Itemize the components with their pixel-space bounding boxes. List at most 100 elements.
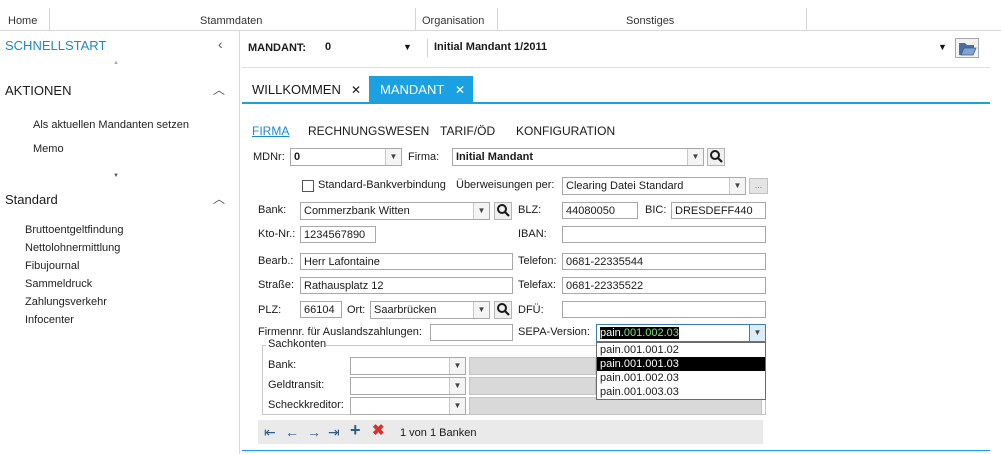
top-menu-bar: Home Stammdaten Organisation Sonstiges: [0, 0, 1001, 31]
iban-field[interactable]: [562, 226, 766, 243]
open-folder-button[interactable]: [955, 38, 979, 58]
first-record-icon[interactable]: ⇤: [264, 424, 276, 440]
tab-mandant-label: MANDANT: [380, 82, 445, 97]
add-record-icon[interactable]: +: [350, 421, 361, 439]
sepa-option[interactable]: pain.001.002.03: [597, 371, 765, 385]
scroll-up-icon[interactable]: ▲: [113, 60, 119, 66]
tab-willkommen[interactable]: WILLKOMMEN ✕: [244, 76, 370, 102]
next-record-icon[interactable]: →: [307, 424, 321, 440]
subtab-tarif-oed[interactable]: TARIF/ÖD: [440, 124, 495, 138]
sepa-value-rest: 001.002.03: [623, 327, 679, 339]
standard-bank-checkbox[interactable]: [302, 180, 314, 192]
bank-label: Bank:: [258, 204, 287, 216]
chevron-down-icon: ▼: [729, 178, 745, 194]
bank-search-button[interactable]: [494, 202, 512, 220]
chevron-down-icon: ▼: [449, 398, 465, 414]
close-icon[interactable]: ✕: [351, 83, 361, 97]
bank-select[interactable]: Commerzbank Witten ▼: [300, 202, 490, 220]
chevron-down-icon: ▼: [449, 358, 465, 374]
mandant-name-value: Initial Mandant 1/2011: [434, 41, 548, 53]
mandant-number-select[interactable]: 0 ▼: [325, 39, 415, 57]
item-sammeldruck[interactable]: Sammeldruck: [25, 278, 92, 290]
ort-search-button[interactable]: [494, 301, 512, 319]
mandant-name-select[interactable]: Initial Mandant 1/2011 ▼: [427, 39, 951, 57]
last-record-icon[interactable]: ⇥: [328, 424, 340, 440]
mdnr-select[interactable]: 0 ▼: [290, 148, 402, 166]
sachkonto-bank-select[interactable]: ▼: [350, 357, 466, 375]
item-bruttoentgeltfindung[interactable]: Bruttoentgeltfindung: [25, 224, 123, 236]
telefax-field[interactable]: 0681-22335522: [562, 277, 766, 294]
item-infocenter[interactable]: Infocenter: [25, 314, 74, 326]
bic-label: BIC:: [645, 204, 667, 216]
menu-separator: [49, 8, 50, 30]
ueberweisung-select[interactable]: Clearing Datei Standard ▼: [562, 177, 746, 195]
subtab-rechnungswesen[interactable]: RECHNUNGSWESEN: [308, 124, 429, 138]
plz-field[interactable]: 66104: [300, 301, 342, 318]
sepa-select[interactable]: pain.001.002.03 ▼: [596, 324, 766, 342]
aktionen-heading: AKTIONEN: [5, 83, 72, 98]
schnellstart-heading[interactable]: SCHNELLSTART: [5, 38, 106, 53]
toolbar-divider: [242, 67, 990, 68]
close-icon[interactable]: ✕: [455, 83, 465, 97]
telefon-field[interactable]: 0681-22335544: [562, 253, 766, 270]
tab-willkommen-label: WILLKOMMEN: [252, 82, 341, 97]
menu-separator: [806, 8, 807, 30]
geldtransit-label: Geldtransit:: [268, 379, 325, 391]
folder-open-icon: [959, 43, 977, 56]
item-fibujournal[interactable]: Fibujournal: [25, 260, 79, 272]
strasse-field[interactable]: Rathausplatz 12: [300, 277, 513, 294]
bic-field[interactable]: DRESDEFF440: [671, 202, 766, 219]
subtab-konfiguration[interactable]: KONFIGURATION: [516, 124, 615, 138]
standard-heading: Standard: [5, 192, 58, 207]
sepa-option[interactable]: pain.001.003.03: [597, 385, 765, 399]
firmennr-label: Firmennr. für Auslandszahlungen:: [258, 326, 422, 338]
menu-sonstiges[interactable]: Sonstiges: [626, 15, 674, 27]
scroll-down-icon[interactable]: ▼: [113, 173, 119, 179]
record-counter: 1 von 1 Banken: [400, 427, 477, 439]
mandant-label: MANDANT:: [248, 42, 307, 54]
firma-search-button[interactable]: [707, 148, 725, 166]
chevron-up-icon[interactable]: ︿: [213, 81, 225, 98]
blz-field[interactable]: 44080050: [562, 202, 638, 219]
iban-label: IBAN:: [518, 228, 547, 240]
action-set-current-mandant[interactable]: Als aktuellen Mandanten setzen: [33, 119, 189, 131]
bottom-divider: [242, 450, 990, 451]
chevron-down-icon: ▼: [473, 302, 489, 318]
action-memo[interactable]: Memo: [33, 143, 64, 155]
firmennr-field[interactable]: [430, 324, 513, 341]
more-button[interactable]: ...: [749, 178, 768, 194]
dfue-field[interactable]: [562, 301, 766, 318]
menu-stammdaten[interactable]: Stammdaten: [200, 15, 262, 27]
strasse-label: Straße:: [258, 279, 295, 291]
ort-select[interactable]: Saarbrücken ▼: [370, 301, 490, 319]
chevron-down-icon: ▼: [385, 149, 401, 165]
mdnr-label: MDNr:: [253, 151, 285, 163]
menu-home[interactable]: Home: [8, 15, 37, 27]
blz-label: BLZ:: [518, 204, 542, 216]
delete-record-icon[interactable]: ✖: [372, 423, 385, 439]
geldtransit-name: [469, 377, 596, 395]
scheckkreditor-select[interactable]: ▼: [350, 397, 466, 415]
subtab-firma[interactable]: FIRMA: [252, 124, 289, 138]
group-border: [262, 345, 266, 346]
chevron-up-icon[interactable]: ︿: [213, 190, 225, 207]
mdnr-value: 0: [294, 151, 301, 163]
tab-mandant[interactable]: MANDANT ✕: [369, 76, 473, 102]
sepa-option-highlighted[interactable]: pain.001.001.03: [597, 357, 765, 371]
mandant-number-value: 0: [325, 41, 332, 53]
telefon-label: Telefon:: [518, 255, 557, 267]
firma-select[interactable]: Initial Mandant ▼: [452, 148, 704, 166]
ueberweisung-label: Überweisungen per:: [456, 179, 555, 191]
geldtransit-select[interactable]: ▼: [350, 377, 466, 395]
kto-label: Kto-Nr.:: [258, 228, 296, 240]
item-zahlungsverkehr[interactable]: Zahlungsverkehr: [25, 296, 107, 308]
bearb-field[interactable]: Herr Lafontaine: [300, 253, 513, 270]
sepa-option[interactable]: pain.001.001.02: [597, 343, 765, 357]
sachkonto-bank-name: [469, 357, 596, 375]
kto-field[interactable]: 1234567890: [300, 226, 376, 243]
sepa-options-list: pain.001.001.02 pain.001.001.03 pain.001…: [596, 342, 766, 400]
menu-organisation[interactable]: Organisation: [422, 15, 484, 27]
collapse-left-icon[interactable]: ‹: [218, 36, 223, 52]
item-nettolohnermittlung[interactable]: Nettolohnermittlung: [25, 242, 120, 254]
previous-record-icon[interactable]: ←: [285, 424, 299, 440]
